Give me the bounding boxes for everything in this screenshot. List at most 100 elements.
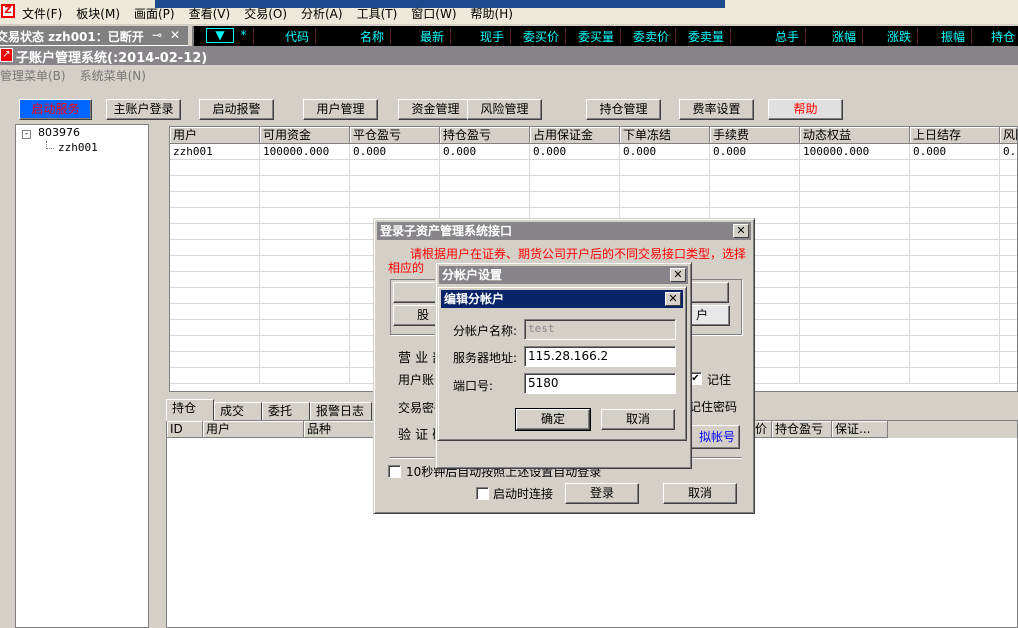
app-menu-item[interactable]: 帮助(H) (471, 5, 513, 22)
empty-cell (910, 176, 1000, 192)
table-cell: 0.000 (710, 144, 800, 160)
column-header[interactable]: 上日结存 (910, 127, 1000, 144)
empty-cell (1000, 368, 1017, 384)
toolbar-button[interactable]: 启动报警 (199, 99, 274, 120)
toolbar-button[interactable]: 主账户登录 (106, 99, 181, 120)
tree-child[interactable]: zzh001 (58, 141, 98, 154)
empty-cell (800, 240, 910, 256)
column-header[interactable]: 手续费 (710, 127, 800, 144)
quote-column-header[interactable]: 委卖价 (621, 28, 676, 45)
empty-cell (710, 192, 800, 208)
menu-system[interactable]: 系统菜单(N) (80, 67, 146, 85)
empty-cell (530, 176, 620, 192)
empty-cell (800, 192, 910, 208)
app-menu-item[interactable]: 交易(O) (244, 5, 287, 22)
remember-password-label: 记住密码 (689, 400, 738, 414)
quote-column-header[interactable]: 总手 (731, 28, 806, 45)
empty-cell (910, 256, 1000, 272)
column-header[interactable]: 动态权益 (800, 127, 910, 144)
login-cancel-button[interactable]: 取消 (663, 483, 737, 504)
pin-icon[interactable]: ⊸ (152, 28, 162, 42)
column-header[interactable]: 下单冻结 (620, 127, 710, 144)
toolbar-button[interactable]: 持仓管理 (586, 99, 661, 120)
empty-cell (800, 352, 910, 368)
app-menu-item[interactable]: 查看(V) (189, 5, 231, 22)
app-menu-item[interactable]: 画面(P) (134, 5, 175, 22)
tab-2[interactable]: 委托 (262, 402, 310, 421)
quote-column-header[interactable]: 涨幅 (806, 28, 863, 45)
server-input[interactable]: 115.28.166.2 (524, 346, 676, 367)
empty-cell (1000, 272, 1017, 288)
name-input[interactable]: test (524, 319, 676, 340)
table-cell: 0.000% (1000, 144, 1017, 160)
auto-login-checkbox[interactable] (388, 465, 401, 478)
sub-settings-titlebar: 分帐户设置 ✕ (439, 266, 688, 284)
virtual-account-button[interactable]: 拟帐号 (688, 425, 740, 449)
app-menu-item[interactable]: 板块(M) (76, 5, 120, 22)
login-button[interactable]: 登录 (565, 483, 639, 504)
menu-manage[interactable]: 管理菜单(B) (0, 67, 66, 85)
app-menu-item[interactable]: 工具(T) (357, 5, 398, 22)
col-pos-pnl: 持仓盈亏 (772, 421, 832, 438)
empty-cell (1000, 304, 1017, 320)
column-header[interactable]: 占用保证金 (530, 127, 620, 144)
table-cell: 100000.000 (800, 144, 910, 160)
empty-cell (170, 368, 260, 384)
toolbar-button[interactable]: 费率设置 (679, 99, 754, 120)
connect-on-start-checkbox[interactable] (476, 487, 489, 500)
quote-column-header[interactable]: 委买价 (511, 28, 566, 45)
close-icon[interactable]: ✕ (733, 224, 749, 238)
empty-cell (800, 224, 910, 240)
tree-line (46, 141, 54, 149)
close-icon[interactable]: ✕ (665, 292, 681, 306)
close-icon[interactable]: ✕ (670, 268, 686, 282)
tab-1[interactable]: 成交 (214, 402, 262, 421)
dropdown-icon[interactable]: ▼ (206, 28, 234, 43)
empty-cell (910, 352, 1000, 368)
quote-column-header[interactable]: 委卖量 (676, 28, 731, 45)
quote-column-header[interactable]: 现手 (451, 28, 511, 45)
app-menu-item[interactable]: 窗口(W) (411, 5, 456, 22)
empty-cell (1000, 320, 1017, 336)
empty-cell (440, 160, 530, 176)
toolbar-button[interactable]: 风险管理 (467, 99, 542, 120)
tree-root[interactable]: 803976 (38, 126, 80, 139)
empty-cell (1000, 240, 1017, 256)
app-menu-item[interactable]: 文件(F) (22, 5, 62, 22)
ok-button[interactable]: 确定 (515, 408, 591, 431)
port-input[interactable]: 5180 (524, 373, 676, 394)
column-header[interactable]: 风险度 (1000, 127, 1017, 144)
close-icon[interactable]: ✕ (170, 28, 180, 42)
toolbar-button[interactable]: 启动服务 (19, 99, 92, 120)
column-header[interactable]: 持仓盈亏 (440, 127, 530, 144)
empty-cell (260, 192, 350, 208)
quote-column-header[interactable]: 持仓 (972, 28, 1018, 45)
table-row[interactable]: zzh001 100000.000 0.000 0.000 0.000 0.000 0.00… (170, 144, 1017, 160)
tab-3[interactable]: 报警日志 (310, 402, 372, 421)
toolbar-button[interactable]: 用户管理 (303, 99, 378, 120)
app-logo-icon: ↗ (0, 48, 13, 62)
empty-cell (910, 368, 1000, 384)
col-price: 价 (752, 421, 772, 438)
quote-column-header[interactable]: 振幅 (918, 28, 972, 45)
column-header[interactable]: 可用资金 (260, 127, 350, 144)
empty-cell (440, 192, 530, 208)
toolbar-button[interactable]: 资金管理 (398, 99, 473, 120)
empty-cell (620, 160, 710, 176)
tab-0[interactable]: 持仓 (166, 399, 214, 421)
empty-cell (910, 208, 1000, 224)
app-menu-item[interactable]: 分析(A) (301, 5, 343, 22)
quote-column-header[interactable]: 最新 (391, 28, 451, 45)
toolbar-button[interactable]: 帮助 (768, 99, 843, 120)
quote-column-header[interactable]: 代码 (254, 28, 316, 45)
column-header[interactable]: 用户 (170, 127, 260, 144)
connect-on-start-label: 启动时连接 (493, 487, 554, 501)
quote-column-header[interactable]: 委买量 (566, 28, 621, 45)
column-header[interactable]: 平仓盈亏 (350, 127, 440, 144)
edit-cancel-button[interactable]: 取消 (601, 409, 675, 430)
quote-column-header[interactable]: 名称 (316, 28, 391, 45)
quote-column-header[interactable]: 涨跌 (863, 28, 918, 45)
empty-row (170, 176, 1017, 192)
tree-expand-icon[interactable]: - (22, 130, 31, 139)
empty-cell (800, 288, 910, 304)
